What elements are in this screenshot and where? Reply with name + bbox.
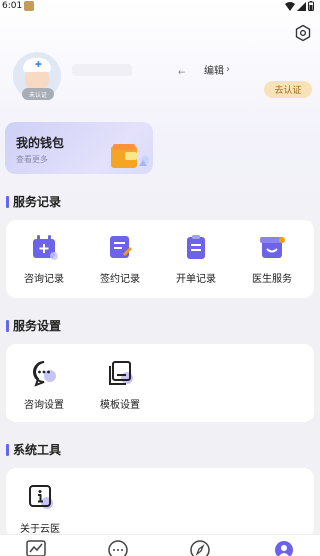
chart-icon [26, 540, 46, 556]
grid-item-label: 咨询设置 [24, 400, 64, 411]
tab-messages[interactable] [107, 539, 129, 556]
verify-button[interactable]: 去认证 [264, 81, 312, 98]
grid-item-label: 签约记录 [100, 274, 140, 285]
section-title-text: 服务设置 [13, 319, 62, 333]
wifi-icon [285, 1, 295, 11]
section-title-text: 系统工具 [13, 443, 62, 457]
grid-item-consult-records[interactable]: 咨询记录 [14, 232, 74, 285]
medical-cross-icon: ✚ [35, 60, 42, 69]
section-marker [6, 195, 9, 208]
status-time: 6:01 [2, 1, 23, 11]
section-title-service-records: 服务记录 [6, 193, 61, 210]
grid-item-about[interactable]: 关于云医 [10, 482, 70, 535]
grid-item-label: 医生服务 [252, 274, 292, 285]
edit-profile-link[interactable]: 编辑 › [204, 62, 230, 77]
grid-item-label: 咨询记录 [24, 274, 64, 285]
certification-badge: 未认证 [22, 88, 54, 100]
gear-icon [295, 24, 311, 42]
grid-item-label: 模板设置 [100, 400, 140, 411]
settings-button[interactable] [294, 24, 312, 42]
doctor-name [72, 64, 132, 76]
section-marker [6, 443, 9, 456]
service-records-card: 咨询记录 签约记录 开单记录 医生服务 [6, 220, 314, 298]
section-title-text: 服务记录 [13, 195, 62, 209]
grid-item-order-records[interactable]: 开单记录 [166, 232, 226, 285]
tab-dashboard[interactable] [25, 539, 47, 556]
tab-profile[interactable] [273, 539, 295, 556]
wallet-title: 我的钱包 [16, 136, 65, 150]
chat-bubble-icon [33, 361, 56, 387]
calendar-plus-icon [33, 235, 58, 260]
section-marker [6, 319, 9, 332]
clipboard-icon [187, 235, 205, 259]
grid-item-label: 开单记录 [176, 274, 216, 285]
service-settings-card: 咨询设置 模板设置 [6, 344, 314, 422]
compass-icon [190, 540, 210, 556]
edit-label: 编辑 [204, 66, 224, 77]
section-title-service-settings: 服务设置 [6, 317, 61, 334]
bottom-tab-bar [0, 534, 320, 556]
doctor-service-icon [260, 237, 285, 258]
tab-discover[interactable] [189, 539, 211, 556]
wallet-icon [111, 144, 149, 168]
arrow-left-icon: ← [178, 68, 186, 78]
user-icon [275, 541, 293, 556]
status-bar: 6:01 [0, 0, 320, 14]
grid-item-doctor-service[interactable]: 医生服务 [242, 232, 302, 285]
grid-item-consult-settings[interactable]: 咨询设置 [14, 358, 74, 411]
template-icon [109, 361, 133, 385]
message-icon [108, 540, 128, 556]
system-tools-card: 关于云医 [6, 468, 314, 538]
app-notification-icon [24, 1, 34, 11]
contract-edit-icon [110, 236, 132, 258]
status-icons [285, 1, 314, 11]
signal-icon [297, 1, 306, 11]
wallet-subtitle: 查看更多 [16, 155, 48, 164]
grid-item-label: 关于云医 [20, 524, 60, 535]
chevron-right-icon: › [226, 64, 230, 75]
grid-item-template-settings[interactable]: 模板设置 [90, 358, 150, 411]
wallet-card[interactable]: 我的钱包 查看更多 [5, 122, 153, 174]
grid-item-contract-records[interactable]: 签约记录 [90, 232, 150, 285]
battery-icon [308, 1, 314, 11]
section-title-system-tools: 系统工具 [6, 441, 61, 458]
info-icon [29, 485, 53, 509]
